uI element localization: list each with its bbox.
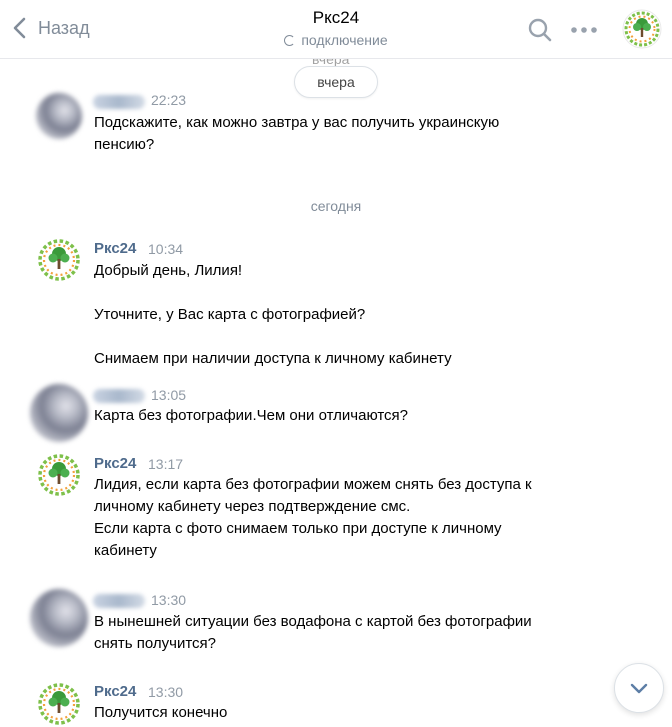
scroll-to-bottom-button[interactable] [614, 663, 664, 713]
sender-name[interactable]: Ркс24 [94, 683, 136, 700]
chevron-left-icon [13, 17, 26, 39]
chat-title-block[interactable]: Ркс24 подключение [236, 8, 436, 48]
day-separator: сегодня [310, 198, 362, 214]
date-pill: вчера [294, 66, 378, 98]
message-text: В нынешней ситуации без водафона с карто… [94, 613, 532, 652]
sender-name[interactable]: Ркс24 [94, 455, 136, 472]
message-time: 13:05 [151, 387, 187, 403]
message-time: 13:17 [148, 456, 184, 472]
chat-title: Ркс24 [312, 8, 360, 27]
sender-name[interactable]: Ркс24 [94, 240, 136, 257]
message-time: 22:23 [151, 92, 187, 108]
connection-status-label: подключение [301, 32, 388, 48]
avatar[interactable] [30, 589, 88, 647]
more-dots-icon[interactable] [569, 16, 599, 44]
message-time: 10:34 [148, 241, 184, 257]
message-list[interactable]: вчера вчера 22:23 Подскажите, как можно … [0, 51, 672, 727]
sender-name-blurred [93, 95, 145, 109]
message-text: Карта без фотографии.Чем они отличаются? [94, 407, 409, 424]
connection-status: подключение [236, 32, 436, 48]
avatar[interactable] [36, 452, 82, 498]
chat-header: Назад Ркс24 подключение [0, 0, 672, 59]
avatar[interactable] [30, 384, 88, 442]
community-avatar[interactable] [622, 9, 662, 49]
sender-name-blurred [93, 594, 145, 608]
message-time: 13:30 [148, 684, 184, 700]
loading-spinner-icon [284, 34, 296, 46]
avatar[interactable] [36, 237, 82, 283]
message-text: Добрый день, Лилия! Уточните, у Вас карт… [94, 262, 452, 367]
chevron-down-icon [630, 683, 648, 694]
message-text: Лидия, если карта без фотографии можем с… [94, 476, 532, 559]
sender-name-blurred [93, 389, 145, 403]
avatar[interactable] [36, 93, 82, 139]
avatar[interactable] [36, 681, 82, 727]
search-icon[interactable] [526, 16, 554, 44]
back-button[interactable]: Назад [8, 14, 90, 42]
back-label: Назад [38, 17, 90, 38]
message-time: 13:30 [151, 592, 187, 608]
message-text: Подскажите, как можно завтра у вас получ… [94, 114, 500, 153]
message-text: Получится конечно [94, 704, 228, 721]
